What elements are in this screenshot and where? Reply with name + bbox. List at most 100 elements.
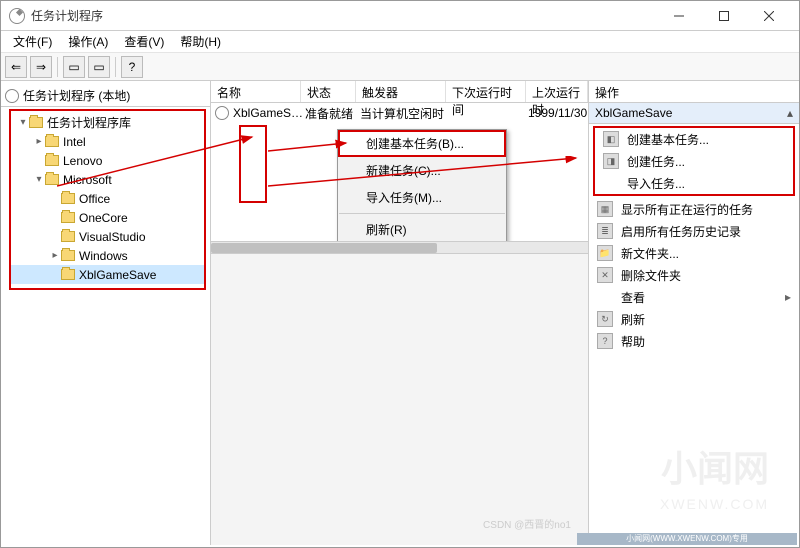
action-import-task[interactable]: 导入任务...	[595, 172, 793, 194]
list-header: 名称 状态 触发器 下次运行时间 上次运行时	[211, 81, 588, 103]
tree-node-intel[interactable]: ▸ Intel	[11, 132, 204, 151]
menu-help[interactable]: 帮助(H)	[172, 31, 229, 52]
tree-label: Windows	[79, 249, 128, 263]
task-list-pane: 名称 状态 触发器 下次运行时间 上次运行时 XblGameSa... 准备就绪…	[211, 81, 589, 545]
ctx-refresh[interactable]: 刷新(R)	[338, 216, 506, 243]
col-last[interactable]: 上次运行时	[526, 81, 588, 102]
collapse-icon[interactable]: ▴	[787, 106, 793, 120]
cell-last: 1999/11/30	[528, 106, 587, 120]
action-refresh[interactable]: ↻ 刷新	[589, 308, 799, 330]
chevron-down-icon[interactable]: ▾	[33, 174, 45, 185]
annotation-red-box	[239, 125, 267, 203]
watermark-csdn: CSDN @西晋的no1	[359, 516, 577, 531]
running-icon: ▦	[597, 201, 613, 217]
watermark-bar: 小闻网(WWW.XWENW.COM)专用	[577, 533, 797, 545]
maximize-button[interactable]	[701, 2, 746, 30]
cell-name: XblGameSa...	[233, 106, 305, 120]
col-status[interactable]: 状态	[301, 81, 356, 102]
close-button[interactable]	[746, 2, 791, 30]
chevron-right-icon[interactable]: ▸	[49, 250, 61, 261]
action-label: 启用所有任务历史记录	[621, 223, 741, 240]
tree-node-lenovo[interactable]: Lenovo	[11, 151, 204, 170]
action-label: 新文件夹...	[621, 245, 679, 262]
toolbar-button-2[interactable]: ▭	[88, 56, 110, 78]
folder-icon	[61, 212, 75, 223]
app-icon	[9, 8, 25, 24]
actions-subheader[interactable]: XblGameSave ▴	[589, 103, 799, 124]
scheduler-icon	[5, 89, 19, 103]
toolbar-separator	[57, 57, 58, 77]
actions-subheader-label: XblGameSave	[595, 106, 672, 120]
wizard-icon: ◧	[603, 131, 619, 147]
toolbar-back-button[interactable]: ⇐	[5, 56, 27, 78]
minimize-button[interactable]	[656, 2, 701, 30]
tree-node-visualstudio[interactable]: VisualStudio	[11, 227, 204, 246]
chevron-right-icon: ▸	[785, 290, 791, 304]
menu-view[interactable]: 查看(V)	[116, 31, 172, 52]
folder-icon	[45, 136, 59, 147]
action-label: 创建任务...	[627, 153, 685, 170]
menu-action[interactable]: 操作(A)	[60, 31, 116, 52]
ctx-new-task[interactable]: 新建任务(C)...	[338, 157, 506, 184]
tree-root[interactable]: 任务计划程序 (本地)	[1, 85, 210, 107]
action-delete-folder[interactable]: ✕ 删除文件夹	[589, 264, 799, 286]
folder-icon	[61, 193, 75, 204]
folder-icon	[61, 269, 75, 280]
tree-label: VisualStudio	[79, 230, 146, 244]
cell-trigger: 当计算机空闲时	[360, 105, 450, 122]
task-row[interactable]: XblGameSa... 准备就绪 当计算机空闲时 1999/11/30	[211, 103, 588, 123]
scroll-thumb[interactable]	[211, 243, 437, 253]
toolbar: ⇐ ⇒ ▭ ▭ ?	[1, 53, 799, 81]
tree-label: Intel	[63, 135, 86, 149]
toolbar-forward-button[interactable]: ⇒	[30, 56, 52, 78]
folder-icon	[61, 250, 75, 261]
tree-label: Lenovo	[63, 154, 102, 168]
tree-node-library[interactable]: ▾ 任务计划程序库	[11, 113, 204, 132]
action-view[interactable]: 查看 ▸	[589, 286, 799, 308]
tree-node-xblgamesave[interactable]: XblGameSave	[11, 265, 204, 284]
toolbar-button-1[interactable]: ▭	[63, 56, 85, 78]
refresh-icon: ↻	[597, 311, 613, 327]
task-icon	[215, 106, 229, 120]
tree-label: Microsoft	[63, 173, 112, 187]
tree-node-microsoft[interactable]: ▾ Microsoft	[11, 170, 204, 189]
actions-header: 操作	[589, 81, 799, 103]
ctx-create-basic-task[interactable]: 创建基本任务(B)...	[338, 130, 506, 157]
action-enable-history[interactable]: ≣ 启用所有任务历史记录	[589, 220, 799, 242]
ctx-import-task[interactable]: 导入任务(M)...	[338, 184, 506, 211]
action-label: 刷新	[621, 311, 645, 328]
tree-label: XblGameSave	[79, 268, 156, 282]
menubar: 文件(F) 操作(A) 查看(V) 帮助(H)	[1, 31, 799, 53]
menu-file[interactable]: 文件(F)	[5, 31, 60, 52]
action-create-task[interactable]: ◨ 创建任务...	[595, 150, 793, 172]
window-title: 任务计划程序	[31, 7, 656, 24]
tree-label: 任务计划程序库	[47, 114, 131, 131]
annotation-tree-box: ▾ 任务计划程序库 ▸ Intel Lenovo ▾ Microsoft Off…	[9, 109, 206, 290]
tree-node-office[interactable]: Office	[11, 189, 204, 208]
action-new-folder[interactable]: 📁 新文件夹...	[589, 242, 799, 264]
action-label: 删除文件夹	[621, 267, 681, 284]
detail-pane	[211, 253, 588, 545]
col-next[interactable]: 下次运行时间	[446, 81, 526, 102]
annotation-actions-box: ◧ 创建基本任务... ◨ 创建任务... 导入任务...	[593, 126, 795, 196]
cell-status: 准备就绪	[305, 105, 360, 122]
action-show-running[interactable]: ▦ 显示所有正在运行的任务	[589, 198, 799, 220]
toolbar-help-button[interactable]: ?	[121, 56, 143, 78]
col-name[interactable]: 名称	[211, 81, 301, 102]
action-label: 帮助	[621, 333, 645, 350]
horizontal-scrollbar[interactable]	[211, 241, 588, 253]
folder-icon	[61, 231, 75, 242]
workspace: 任务计划程序 (本地) ▾ 任务计划程序库 ▸ Intel Lenovo ▾ M…	[1, 81, 799, 545]
history-icon: ≣	[597, 223, 613, 239]
tree-root-label: 任务计划程序 (本地)	[23, 87, 130, 104]
chevron-right-icon[interactable]: ▸	[33, 136, 45, 147]
folder-icon	[45, 155, 59, 166]
tree-node-windows[interactable]: ▸ Windows	[11, 246, 204, 265]
col-trigger[interactable]: 触发器	[356, 81, 446, 102]
chevron-down-icon[interactable]: ▾	[17, 117, 29, 128]
tree-node-onecore[interactable]: OneCore	[11, 208, 204, 227]
action-label: 显示所有正在运行的任务	[621, 201, 753, 218]
action-help[interactable]: ? 帮助	[589, 330, 799, 352]
ctx-separator	[339, 213, 505, 214]
action-create-basic-task[interactable]: ◧ 创建基本任务...	[595, 128, 793, 150]
